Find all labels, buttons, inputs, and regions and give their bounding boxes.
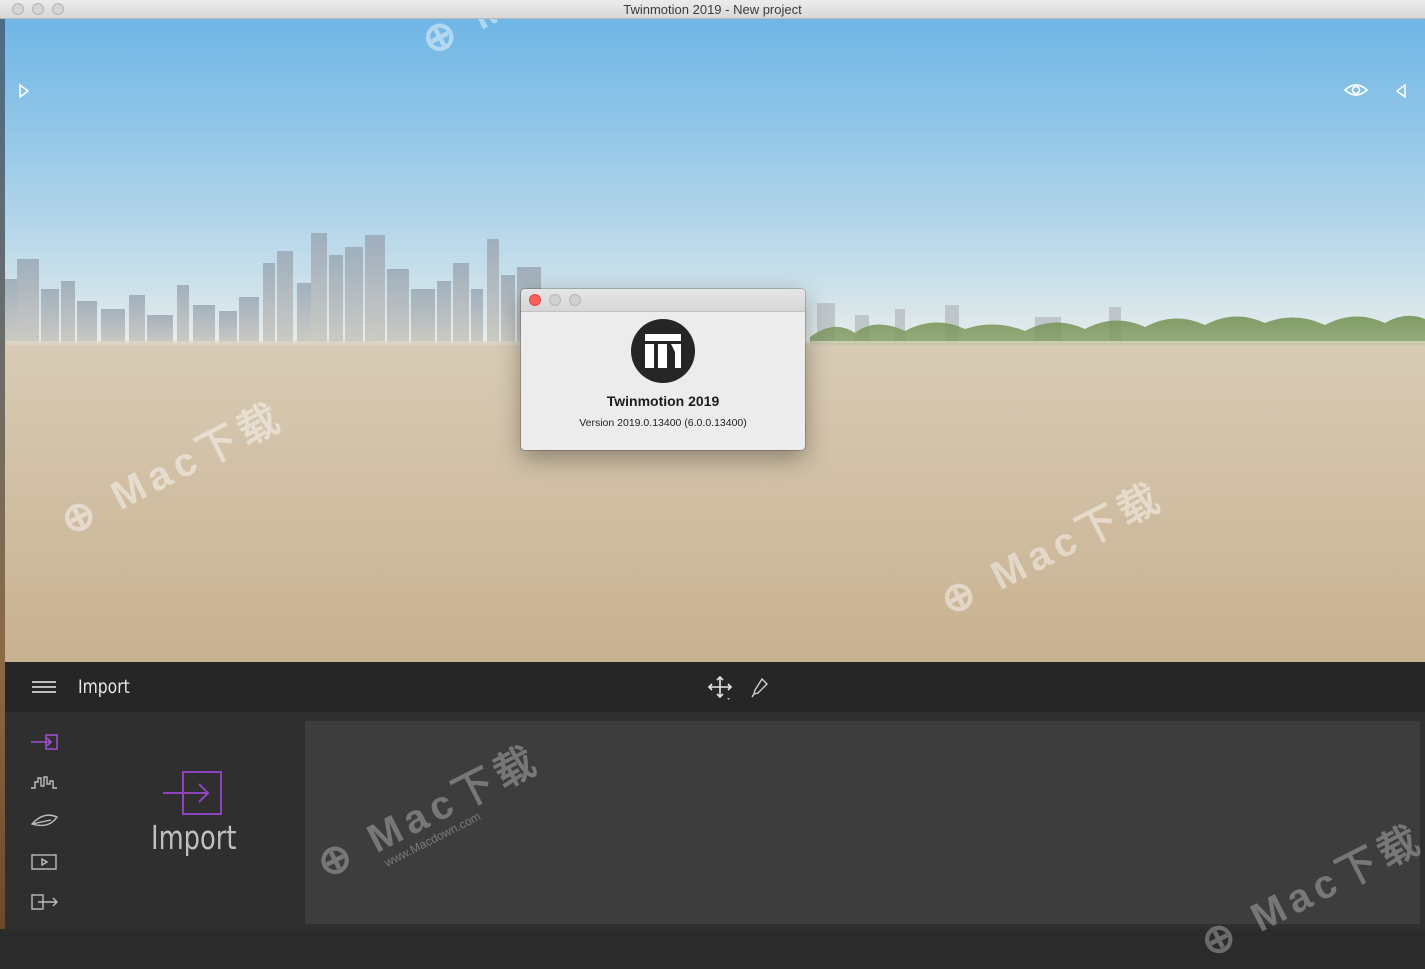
context-icon[interactable] [29, 771, 59, 793]
expand-left-panel-icon[interactable] [17, 83, 31, 99]
move-gizmo-icon[interactable] [707, 675, 733, 701]
export-icon[interactable] [29, 891, 59, 913]
twinmotion-logo-icon [631, 319, 695, 383]
import-icon[interactable] [29, 731, 59, 753]
watermark: ⊕ Mac下载 www.Macdown.com [310, 737, 548, 888]
color-picker-icon[interactable] [750, 676, 770, 698]
about-dialog: Twinmotion 2019 Version 2019.0.13400 (6.… [521, 289, 805, 450]
side-nav [5, 712, 85, 929]
window-title-bar: Twinmotion 2019 - New project [0, 0, 1425, 19]
dialog-minimize-button [549, 294, 561, 306]
dialog-zoom-button [569, 294, 581, 306]
watermark: ⊕ Mac下载 [1193, 816, 1425, 967]
large-import-icon [163, 771, 222, 815]
visibility-eye-icon[interactable] [1343, 81, 1369, 99]
menu-icon[interactable] [32, 681, 56, 693]
window-title: Twinmotion 2019 - New project [623, 2, 802, 17]
dialog-title-bar [521, 289, 805, 312]
import-label: Import [151, 818, 237, 857]
section-title: Import [78, 676, 130, 698]
landscape-icon[interactable] [29, 811, 59, 833]
bottom-panel: Import ⊕ Mac下载 www.Macdown.com ⊕ Mac下载 [5, 712, 1425, 966]
import-section-button[interactable]: Import [151, 770, 236, 860]
import-content-area[interactable]: ⊕ Mac下载 www.Macdown.com ⊕ Mac下载 [305, 721, 1425, 966]
app-version: Version 2019.0.13400 (6.0.0.13400) [579, 417, 747, 429]
bottom-toolbar: Import [5, 662, 1425, 712]
media-icon[interactable] [29, 851, 59, 873]
app-name: Twinmotion 2019 [606, 393, 720, 409]
dialog-close-button[interactable] [529, 294, 541, 306]
expand-right-panel-icon[interactable] [1394, 83, 1408, 99]
